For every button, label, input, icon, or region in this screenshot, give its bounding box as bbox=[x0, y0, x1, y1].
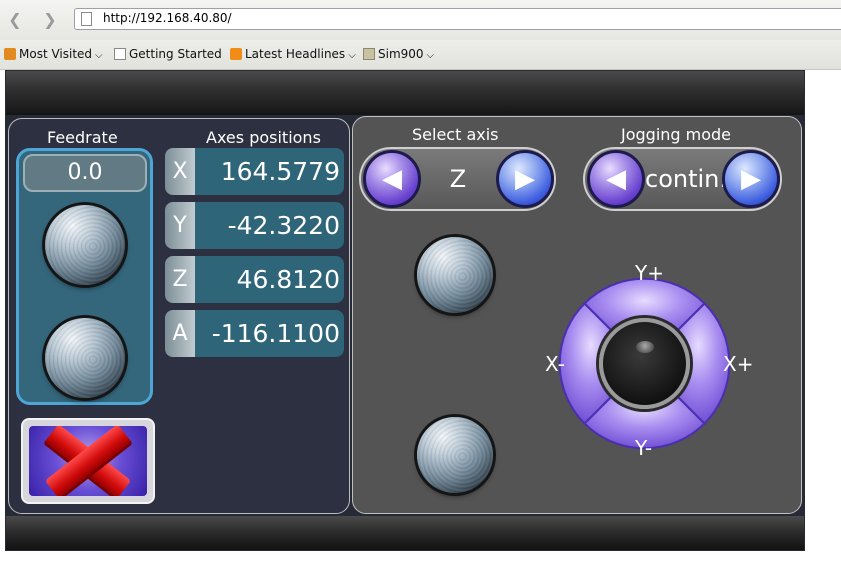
folder-icon bbox=[363, 48, 375, 60]
chevron-down-icon: ⌵ bbox=[348, 50, 356, 61]
arrow-right-icon: ▶ bbox=[741, 164, 761, 194]
jogging-mode-control: ◀ contin. ▶ bbox=[583, 147, 782, 211]
joystick-center-button[interactable] bbox=[599, 318, 690, 409]
axes-positions-label: Axes positions bbox=[206, 128, 321, 147]
feedrate-decrease-knob[interactable] bbox=[45, 318, 125, 398]
chevron-down-icon: ⌵ bbox=[95, 50, 103, 61]
jog-pad: Y+ Y- X- X+ bbox=[517, 236, 772, 491]
jogging-mode-next-button[interactable]: ▶ bbox=[722, 150, 780, 208]
selected-axis-value: Z bbox=[449, 165, 467, 193]
feedrate-control: 0.0 bbox=[16, 148, 153, 405]
page-icon bbox=[81, 12, 92, 26]
stop-button[interactable] bbox=[21, 418, 155, 504]
jog-y-plus-label: Y+ bbox=[635, 261, 664, 285]
feedrate-value: 0.0 bbox=[23, 154, 147, 192]
joystick-dot bbox=[636, 341, 654, 353]
jog-x-plus-label: X+ bbox=[723, 352, 754, 376]
stop-button-face bbox=[29, 426, 147, 496]
jogging-mode-label: Jogging mode bbox=[621, 125, 732, 144]
select-axis-control: ◀ Z ▶ bbox=[359, 147, 556, 211]
feedrate-increase-knob[interactable] bbox=[45, 205, 125, 285]
jogging-mode-prev-button[interactable]: ◀ bbox=[587, 150, 645, 208]
url-text: http://192.168.40.80/ bbox=[103, 11, 232, 25]
url-bar[interactable]: http://192.168.40.80/ bbox=[74, 8, 841, 30]
feedrate-label: Feedrate bbox=[47, 128, 118, 147]
jog-x-minus-label: X- bbox=[545, 352, 565, 376]
axis-row-x: X 164.5779 bbox=[165, 148, 344, 195]
axis-row-a: A -116.1100 bbox=[165, 310, 344, 357]
axis-value: -116.1100 bbox=[195, 310, 344, 357]
axis-letter: Y bbox=[165, 202, 195, 249]
jog-down-knob[interactable] bbox=[417, 417, 493, 493]
forward-arrow-icon[interactable]: ❯ bbox=[39, 10, 61, 30]
arrow-left-icon: ◀ bbox=[606, 164, 626, 194]
axis-row-z: Z 46.8120 bbox=[165, 256, 344, 303]
jog-y-minus-label: Y- bbox=[635, 436, 653, 460]
axis-value: 46.8120 bbox=[195, 256, 344, 303]
arrow-left-icon: ◀ bbox=[382, 164, 402, 194]
axis-row-y: Y -42.3220 bbox=[165, 202, 344, 249]
bookmarks-toolbar: Most Visited ⌵ Getting Started Latest Hea… bbox=[0, 40, 841, 70]
browser-toolbar: ❮ ❯ http://192.168.40.80/ bbox=[0, 0, 841, 40]
arrow-right-icon: ▶ bbox=[515, 164, 535, 194]
axis-value: -42.3220 bbox=[195, 202, 344, 249]
jog-up-knob[interactable] bbox=[417, 237, 493, 313]
page-icon bbox=[114, 48, 126, 60]
select-axis-label: Select axis bbox=[412, 125, 499, 144]
axis-letter: A bbox=[165, 310, 195, 357]
axis-letter: X bbox=[165, 148, 195, 195]
top-bar bbox=[6, 71, 804, 115]
select-axis-prev-button[interactable]: ◀ bbox=[363, 150, 421, 208]
left-panel: Feedrate Axes positions 0.0 X 164.5779 Y… bbox=[8, 118, 350, 514]
most-visited-icon bbox=[4, 48, 16, 60]
bookmark-latest-headlines[interactable]: Latest Headlines ⌵ bbox=[230, 47, 356, 61]
bookmark-sim900[interactable]: Sim900 ⌵ bbox=[363, 47, 434, 61]
jogging-mode-value: contin. bbox=[645, 165, 728, 193]
chevron-down-icon: ⌵ bbox=[426, 50, 435, 61]
bookmark-getting-started[interactable]: Getting Started bbox=[114, 47, 222, 61]
select-axis-next-button[interactable]: ▶ bbox=[496, 150, 554, 208]
bottom-bar bbox=[6, 516, 804, 550]
axis-letter: Z bbox=[165, 256, 195, 303]
rss-feed-icon bbox=[230, 48, 242, 60]
back-arrow-icon[interactable]: ❮ bbox=[4, 10, 26, 30]
bookmark-most-visited[interactable]: Most Visited ⌵ bbox=[4, 47, 103, 61]
axis-value: 164.5779 bbox=[195, 148, 344, 195]
